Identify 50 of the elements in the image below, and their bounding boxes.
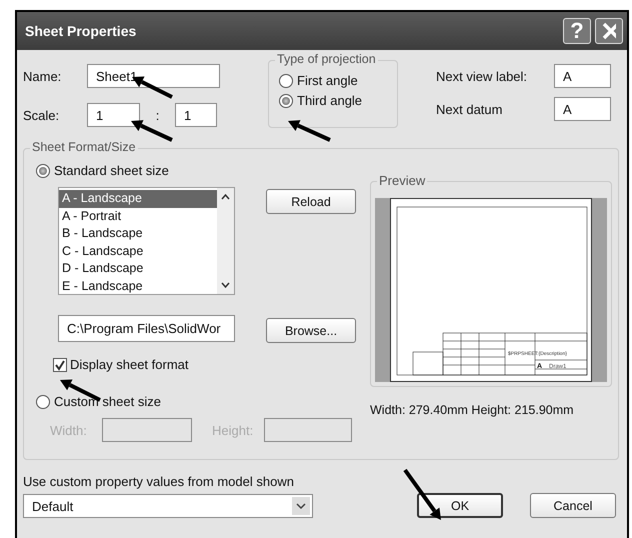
dialog-button[interactable]: OK [417, 493, 503, 518]
option-label: Custom sheet size [54, 394, 161, 409]
radio-button[interactable] [36, 164, 50, 178]
radio-button[interactable] [279, 94, 293, 108]
check-icon [54, 358, 66, 370]
group-title: Sheet Format/Size [30, 140, 138, 154]
option-label: Display sheet format [70, 357, 188, 372]
scroll-bar[interactable] [217, 188, 234, 294]
list-item[interactable]: A - Landscape [59, 190, 217, 208]
field-label: Next view label: [436, 68, 528, 84]
pointer-arrow [131, 120, 173, 142]
list-item[interactable]: A - Portrait [59, 208, 217, 225]
option-label: Third angle [297, 93, 362, 108]
group-title: Type of projection [275, 52, 378, 66]
close-icon [602, 22, 616, 40]
property-dropdown[interactable]: Default [23, 494, 313, 518]
field-label: Scale: [23, 108, 60, 122]
label-field[interactable]: A [554, 64, 611, 88]
dialog-button[interactable]: Cancel [530, 493, 616, 518]
radio-button[interactable] [279, 74, 293, 88]
ratio-separator: : [154, 108, 160, 122]
scale-field[interactable]: 1 [87, 103, 140, 127]
window-title: Sheet Properties [25, 23, 138, 39]
list-item[interactable]: B - Landscape [59, 225, 217, 242]
group-title: Preview [377, 173, 428, 188]
option-label: First angle [297, 73, 358, 88]
field-label: Height: [212, 422, 254, 438]
list-item[interactable]: C - Landscape [59, 242, 217, 260]
list-item[interactable]: E - Landscape [59, 278, 217, 294]
close-button[interactable] [595, 18, 623, 44]
dropdown-value: Default [32, 498, 74, 514]
option-label: Standard sheet size [54, 163, 169, 178]
list-item[interactable]: D - Landscape [59, 260, 217, 278]
scale-field[interactable]: 1 [175, 103, 217, 127]
help-button[interactable]: ? [563, 18, 591, 44]
pointer-arrow [288, 120, 331, 142]
checkbox[interactable] [53, 358, 67, 372]
reload-button[interactable]: Reload [266, 189, 356, 214]
name-field[interactable]: Sheet1 [87, 64, 220, 88]
pointer-arrow [403, 468, 441, 520]
label-field[interactable]: A [554, 97, 611, 121]
path-field[interactable]: C:\Program Files\SolidWor [58, 314, 235, 342]
dropdown-label: Use custom property values from model shown [23, 474, 295, 489]
sheet-dimensions: Width: 279.40mm Height: 215.90mm [370, 403, 575, 417]
sheet-size-list[interactable]: A - Landscape A - Portrait B - Landscape C - Landscape D - Landscape E - Landscape [58, 187, 235, 295]
field-label: Next datum [436, 102, 504, 116]
field-label: Name: [23, 68, 62, 84]
browse-button[interactable]: Browse... [266, 318, 356, 343]
caret-icon [292, 497, 310, 515]
field-label: Width: [50, 422, 88, 438]
